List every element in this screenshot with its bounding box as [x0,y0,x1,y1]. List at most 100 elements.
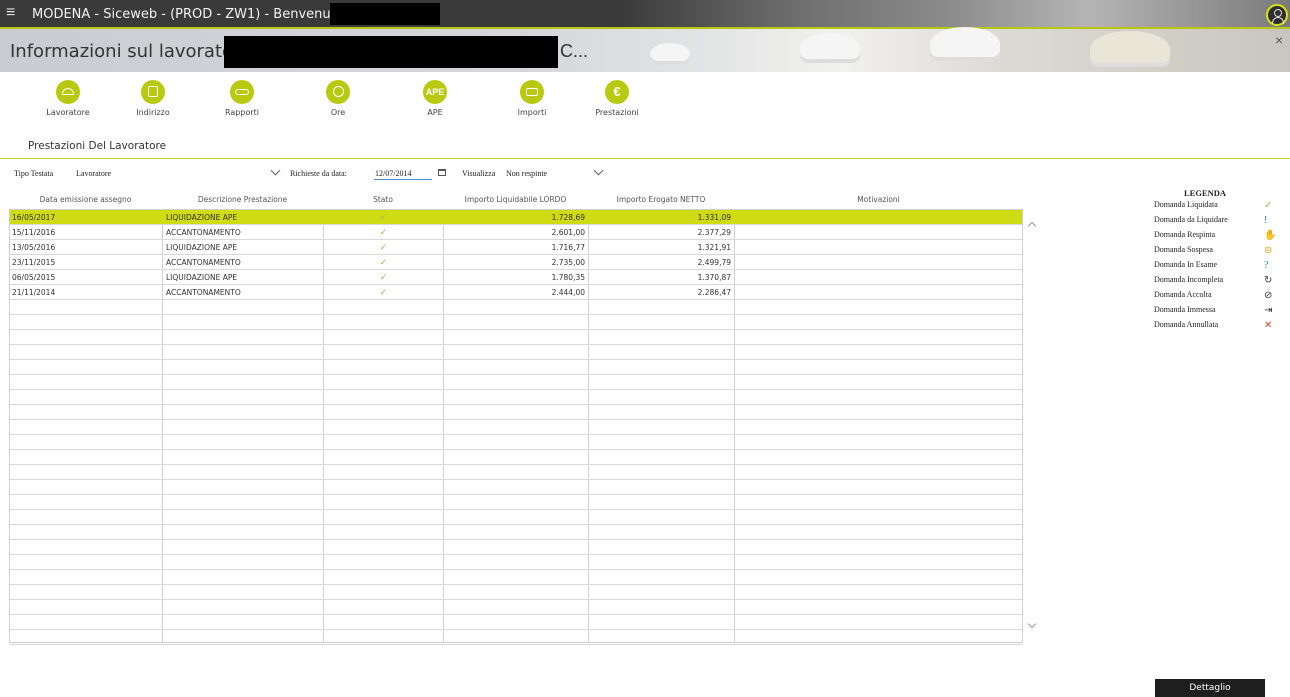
helmet-image [650,43,690,65]
table-row[interactable] [10,315,1022,330]
col-header-data[interactable]: Data emissione assegno [9,195,162,204]
redacted-worker-name [224,36,558,68]
scroll-down-icon[interactable] [1027,619,1037,629]
user-icon[interactable] [1266,4,1288,26]
table-row[interactable] [10,435,1022,450]
section-title: Prestazioni Del Lavoratore [28,140,167,152]
table-row[interactable]: 21/11/2014 ACCANTONAMENTO ✓ 2.444,00 2.286,4… [10,285,1022,300]
enter-icon: ⇥ [1264,305,1273,316]
nav-label: Importi [517,108,547,117]
calendar-icon[interactable] [438,169,446,176]
section-divider [0,158,1290,159]
nav-lavoratore[interactable]: Lavoratore [28,80,108,117]
title-bar: ≡ MODENA - Siceweb - (PROD - ZW1) - Benv… [0,0,1290,29]
nav-rapporti[interactable]: Rapporti [202,80,282,117]
check-icon: ✓ [1264,200,1273,211]
filter-bar: Tipo Testata Lavoratore Richieste da dat… [0,165,1290,182]
scroll-up-icon[interactable] [1027,221,1037,231]
nav-ore[interactable]: Ore [298,80,378,117]
ape-icon: APE [423,80,447,104]
legend-item-label: Domanda Annullata [1154,320,1219,329]
table-row[interactable] [10,630,1022,645]
table-row[interactable] [10,300,1022,315]
prestazioni-table: Data emissione assegno Descrizione Prest… [9,189,1023,645]
helmet-image [930,27,1000,61]
table-row[interactable] [10,375,1022,390]
table-row[interactable] [10,585,1022,600]
exclamation-icon: ! [1264,215,1268,226]
table-body: 16/05/2017 LIQUIDAZIONE APE ✓ 1.728,69 1.331… [9,209,1023,645]
table-row[interactable] [10,345,1022,360]
col-header-descrizione[interactable]: Descrizione Prestazione [162,195,323,204]
cell-netto: 1.331,09 [697,213,731,222]
tipo-testata-select[interactable]: Lavoratore [76,169,111,178]
hamburger-icon[interactable]: ≡ [6,5,15,21]
table-row[interactable] [10,420,1022,435]
page-title: Informazioni sul lavoratore: [10,41,258,62]
cell-data: 16/05/2017 [12,213,56,222]
date-input[interactable]: 12/07/2014 [374,166,432,180]
nav-prestazioni[interactable]: € Prestazioni [577,80,657,117]
visualizza-label: Visualizza [462,169,496,178]
table-row[interactable] [10,615,1022,630]
table-row[interactable] [10,405,1022,420]
table-row[interactable] [10,480,1022,495]
legend-item-label: Domanda In Esame [1154,260,1218,269]
col-header-netto[interactable]: Importo Erogato NETTO [588,195,734,204]
col-header-lordo[interactable]: Importo Liquidabile LORDO [443,195,588,204]
dettaglio-button[interactable]: Dettaglio [1155,679,1265,697]
tipo-testata-label: Tipo Testata [14,169,54,178]
table-row[interactable] [10,465,1022,480]
nav-label: Lavoratore [46,108,90,117]
cell-descr: ACCANTONAMENTO [166,288,241,297]
cell-lordo: 2.444,00 [551,288,585,297]
address-card-icon [141,80,165,104]
table-row[interactable] [10,510,1022,525]
cell-netto: 2.499,79 [697,258,731,267]
table-row[interactable] [10,330,1022,345]
nav-ape[interactable]: APE APE [395,80,475,117]
legend-item-label: Domanda Incompleta [1154,275,1224,284]
legend-title: LEGENDA [1184,188,1227,198]
table-row[interactable] [10,525,1022,540]
legend-item-label: Domanda Accolta [1154,290,1212,299]
table-row[interactable] [10,600,1022,615]
circle-check-icon: ⊘ [1264,290,1273,301]
helmet-image [1090,31,1170,67]
money-icon [520,80,544,104]
table-row[interactable] [10,360,1022,375]
cell-lordo: 1.728,69 [551,213,585,222]
table-row[interactable]: 13/05/2016 LIQUIDAZIONE APE ✓ 1.716,77 1.321… [10,240,1022,255]
table-row[interactable]: 15/11/2016 ACCANTONAMENTO ✓ 2.601,00 2.377,2… [10,225,1022,240]
table-row[interactable] [10,390,1022,405]
cell-descr: LIQUIDAZIONE APE [166,243,238,252]
cell-stato: ✓ [379,273,388,283]
col-header-stato[interactable]: Stato [323,195,443,204]
table-row[interactable] [10,570,1022,585]
close-icon[interactable]: × [1275,32,1283,48]
table-row[interactable] [10,540,1022,555]
legend-item-label: Domanda da Liquidare [1154,215,1228,224]
table-row[interactable] [10,495,1022,510]
header-photo [620,0,1290,29]
visualizza-select[interactable]: Non respinte [506,169,547,178]
cross-icon: ✕ [1264,320,1273,331]
table-row[interactable]: 23/11/2015 ACCANTONAMENTO ✓ 2.735,00 2.499,7… [10,255,1022,270]
nav-importi[interactable]: Importi [492,80,572,117]
table-row[interactable]: 16/05/2017 LIQUIDAZIONE APE ✓ 1.728,69 1.331… [10,210,1022,225]
legend-item-label: Domanda Immessa [1154,305,1216,314]
col-header-motivazioni[interactable]: Motivazioni [734,195,1023,204]
chevron-down-icon[interactable] [270,165,281,176]
table-header: Data emissione assegno Descrizione Prest… [9,189,1023,209]
cell-netto: 2.377,29 [697,228,731,237]
table-row[interactable] [10,555,1022,570]
nav-indirizzo[interactable]: Indirizzo [113,80,193,117]
cell-lordo: 1.780,35 [551,273,585,282]
nav-label: Ore [330,108,346,117]
helmet-image [800,33,860,63]
clock-icon [326,80,350,104]
chevron-down-icon[interactable] [593,165,604,176]
table-row[interactable]: 06/05/2015 LIQUIDAZIONE APE ✓ 1.780,35 1.370… [10,270,1022,285]
table-row[interactable] [10,450,1022,465]
legend-item-label: Domanda Sospesa [1154,245,1213,254]
